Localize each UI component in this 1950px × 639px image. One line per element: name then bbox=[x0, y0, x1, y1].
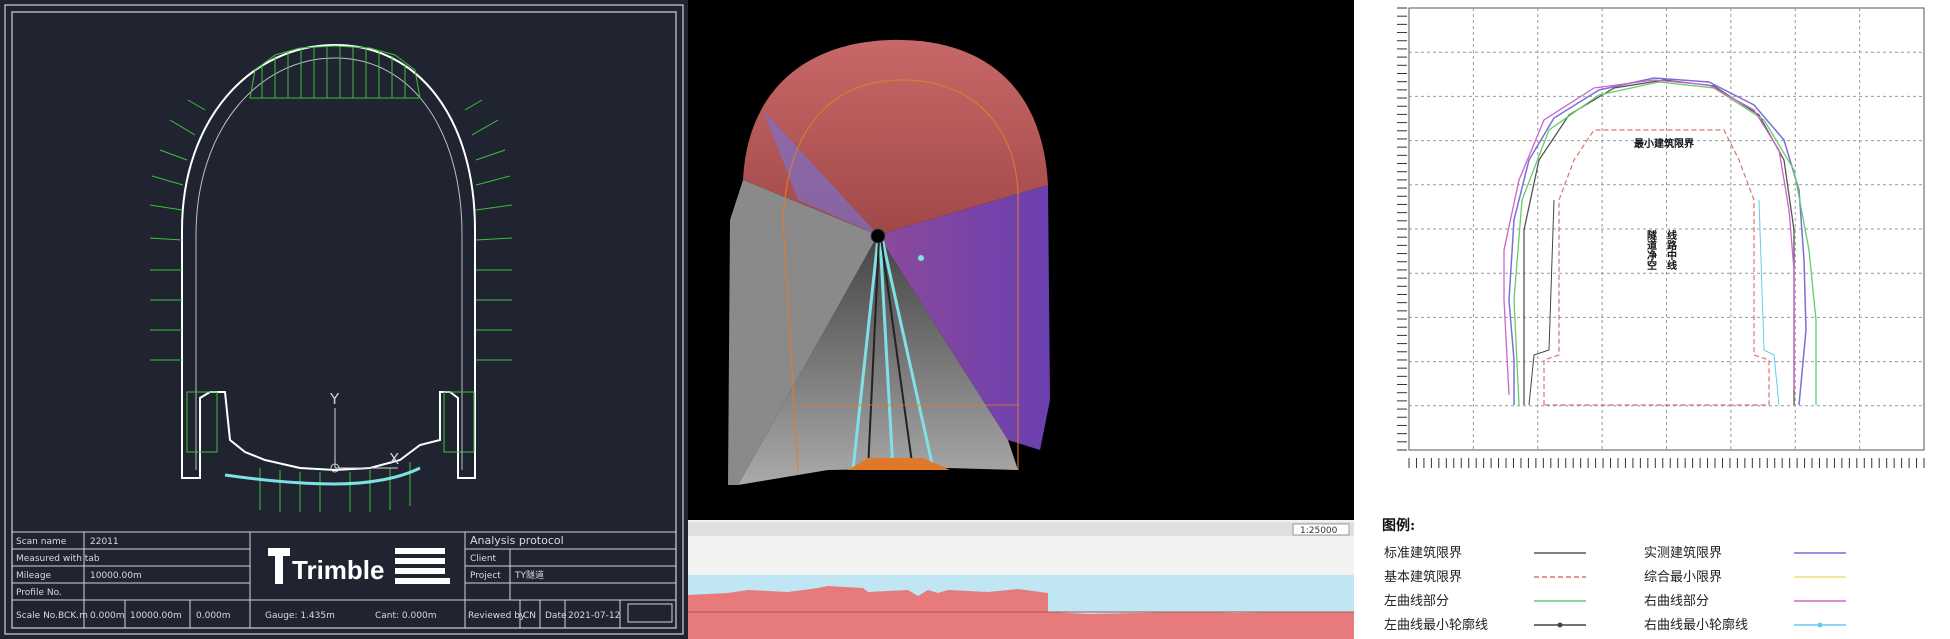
tb-stamp-box bbox=[627, 603, 673, 623]
tb-scale-v3: 0.000m bbox=[196, 611, 231, 621]
cad-drawing: Y X Scan name 22011 Measured with tab Mi… bbox=[4, 4, 684, 635]
tb-right-title: Analysis protocol bbox=[470, 534, 564, 547]
tb-date-value: 2021-07-12 bbox=[568, 611, 620, 621]
x-axis-label: X bbox=[389, 450, 399, 468]
track-line bbox=[224, 466, 421, 486]
tb-label-measured: Measured with tab bbox=[16, 554, 100, 564]
legend-label: 左曲线部分 bbox=[1384, 594, 1449, 609]
tunnel-profile-outline bbox=[181, 43, 476, 479]
legend-swatch-dot bbox=[1817, 622, 1823, 628]
right-offset-marks bbox=[464, 99, 513, 361]
tb-value-scan: 22011 bbox=[90, 537, 119, 547]
min-clearance-label: 最小建筑限界 bbox=[1634, 137, 1694, 150]
vertical-label-1: 隧道净空 bbox=[1645, 229, 1657, 270]
tb-value-mileage: 10000.00m bbox=[90, 571, 142, 581]
point-cloud-panel: 1:25000 bbox=[688, 0, 1354, 639]
legend-label: 右曲线部分 bbox=[1644, 594, 1709, 609]
tb-cant: Cant: 0.000m bbox=[375, 611, 436, 621]
tb-client-label: Client bbox=[470, 554, 497, 564]
tb-scale-label: Scale No.BCK.m bbox=[16, 611, 88, 621]
legend-swatch-dot bbox=[1557, 622, 1563, 628]
legend-label: 实测建筑限界 bbox=[1644, 545, 1722, 561]
inner-frame bbox=[11, 11, 677, 629]
legend-label: 综合最小限界 bbox=[1644, 570, 1722, 585]
x-axis-ticks bbox=[1408, 458, 1925, 468]
legend-label: 基本建筑限界 bbox=[1384, 569, 1462, 585]
left-min-contour-line bbox=[1528, 199, 1555, 406]
clearance-chart: 最小建筑限界 隧道净空 线路中线 图例: 标准建筑限界 实测建筑限界基本建筑限界 综… bbox=[1382, 7, 1925, 633]
tb-label-mileage: Mileage bbox=[16, 571, 52, 581]
legend-label: 标准建筑限界 bbox=[1384, 545, 1462, 561]
basic-clearance-line bbox=[1543, 129, 1770, 406]
tb-date-label: Date bbox=[545, 611, 567, 621]
tb-project-label: Project bbox=[470, 571, 501, 581]
left-bench-marks bbox=[186, 391, 218, 453]
left-offset-marks bbox=[149, 99, 206, 361]
legend-label: 右曲线最小轮廓线 bbox=[1644, 617, 1748, 633]
scan-marker bbox=[918, 255, 924, 261]
zoom-box-label: 1:25000 bbox=[1300, 526, 1338, 536]
legend-label: 左曲线最小轮廓线 bbox=[1384, 617, 1488, 633]
chart-grid bbox=[1408, 7, 1925, 451]
legend: 标准建筑限界 实测建筑限界基本建筑限界 综合最小限界左曲线部分 右曲线部分左曲线最小轮… bbox=[1384, 545, 1846, 633]
vertical-label-2: 线路中线 bbox=[1665, 229, 1677, 271]
trimble-logo: Trimble bbox=[268, 548, 450, 585]
right-min-contour-line bbox=[1758, 199, 1780, 406]
tb-gauge: Gauge: 1.435m bbox=[265, 611, 335, 621]
profile-window-toolbar bbox=[688, 522, 1354, 536]
tb-reviewed-value: CN bbox=[523, 611, 536, 621]
trimble-logo-text: Trimble bbox=[292, 555, 384, 585]
tunnel-inner-line bbox=[195, 57, 463, 470]
standard-clearance-line bbox=[1523, 79, 1795, 405]
tb-scale-v1: 0.000m bbox=[90, 611, 125, 621]
tb-project-value: TY隧道 bbox=[514, 569, 544, 581]
vanishing-point bbox=[870, 228, 886, 244]
point-cloud-view[interactable]: 1:25000 bbox=[688, 0, 1354, 639]
legend-title: 图例: bbox=[1382, 517, 1415, 534]
y-axis-label: Y bbox=[329, 390, 340, 408]
tb-scale-v2: 10000.00m bbox=[130, 611, 182, 621]
tb-label-profile: Profile No. bbox=[16, 588, 62, 598]
tb-label-scan: Scan name bbox=[16, 537, 67, 547]
y-axis-ticks bbox=[1397, 7, 1407, 451]
cad-profile-panel: Y X Scan name 22011 Measured with tab Mi… bbox=[0, 0, 688, 639]
tb-reviewed-label: Reviewed by bbox=[468, 611, 526, 621]
clearance-chart-panel: 最小建筑限界 隧道净空 线路中线 图例: 标准建筑限界 实测建筑限界基本建筑限界 综… bbox=[1354, 0, 1950, 639]
